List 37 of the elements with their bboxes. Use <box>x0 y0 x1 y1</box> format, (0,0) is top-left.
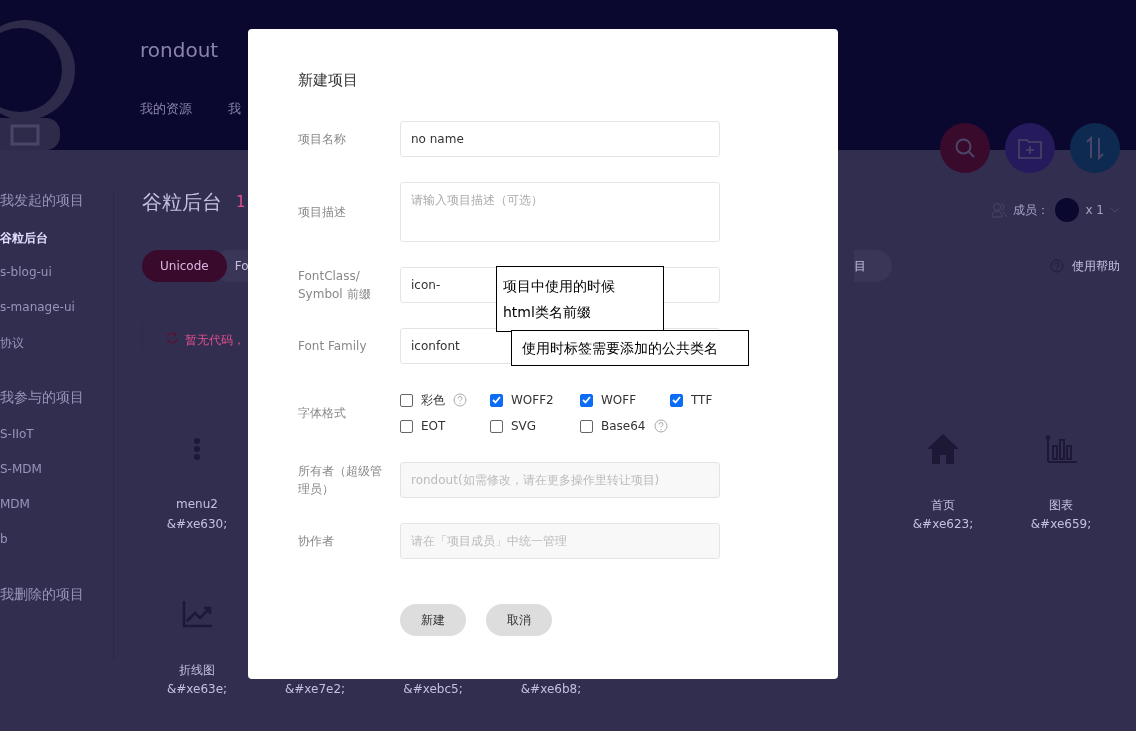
icon-name: 折线图 <box>179 662 215 679</box>
field-label: 项目描述 <box>298 204 347 221</box>
checkbox-label: Base64 <box>601 419 646 433</box>
field-label: FontClass/ Symbol 前缀 <box>298 268 372 303</box>
annotation-tooltip: 使用时标签需要添加的公共类名 <box>511 330 749 366</box>
project-title: 谷粒后台 <box>142 188 222 216</box>
icon-code: &#xe7e2; <box>284 682 346 698</box>
brand-name: rondout <box>140 38 220 64</box>
icon-code: &#xe623; <box>912 517 974 533</box>
icon-code: &#xe63e; <box>166 682 228 698</box>
members-label: 成员： <box>1013 201 1050 219</box>
field-label: 项目名称 <box>298 131 347 148</box>
annotation-tooltip: 项目中使用的时候 html类名前缀 <box>496 266 664 332</box>
icon-name: 图表 <box>1049 497 1073 514</box>
checkbox-label: 彩色 <box>421 391 445 409</box>
sidebar-section-title: 我参与的项目 <box>0 388 85 407</box>
icon-code: &#xe6b8; <box>520 682 582 698</box>
field-label: 协作者 <box>298 533 335 550</box>
icon-count: 1 <box>236 193 246 211</box>
field-label: Font Family <box>298 338 368 355</box>
icon-name: menu2 <box>176 497 218 513</box>
checkbox-label: WOFF2 <box>511 393 554 407</box>
dialog-title: 新建项目 <box>298 71 359 91</box>
icon-code: &#xe659; <box>1030 517 1092 533</box>
icon-code: &#xebc5; <box>403 682 463 698</box>
notice-text: 暂无代码， <box>185 332 245 349</box>
field-label: 所有者（超级管理员） <box>298 463 383 498</box>
sidebar-section-title: 我删除的项目 <box>0 585 85 604</box>
icon-code: &#xe630; <box>166 517 228 533</box>
checkbox-label: EOT <box>421 419 446 433</box>
field-label: 字体格式 <box>298 405 347 422</box>
checkbox-label: TTF <box>691 393 713 407</box>
members-count: x 1 <box>1085 203 1104 217</box>
checkbox-label: WOFF <box>601 393 637 407</box>
icon-name: 首页 <box>931 497 955 514</box>
checkbox-label: SVG <box>511 419 537 433</box>
sidebar-section-title: 我发起的项目 <box>0 191 85 210</box>
